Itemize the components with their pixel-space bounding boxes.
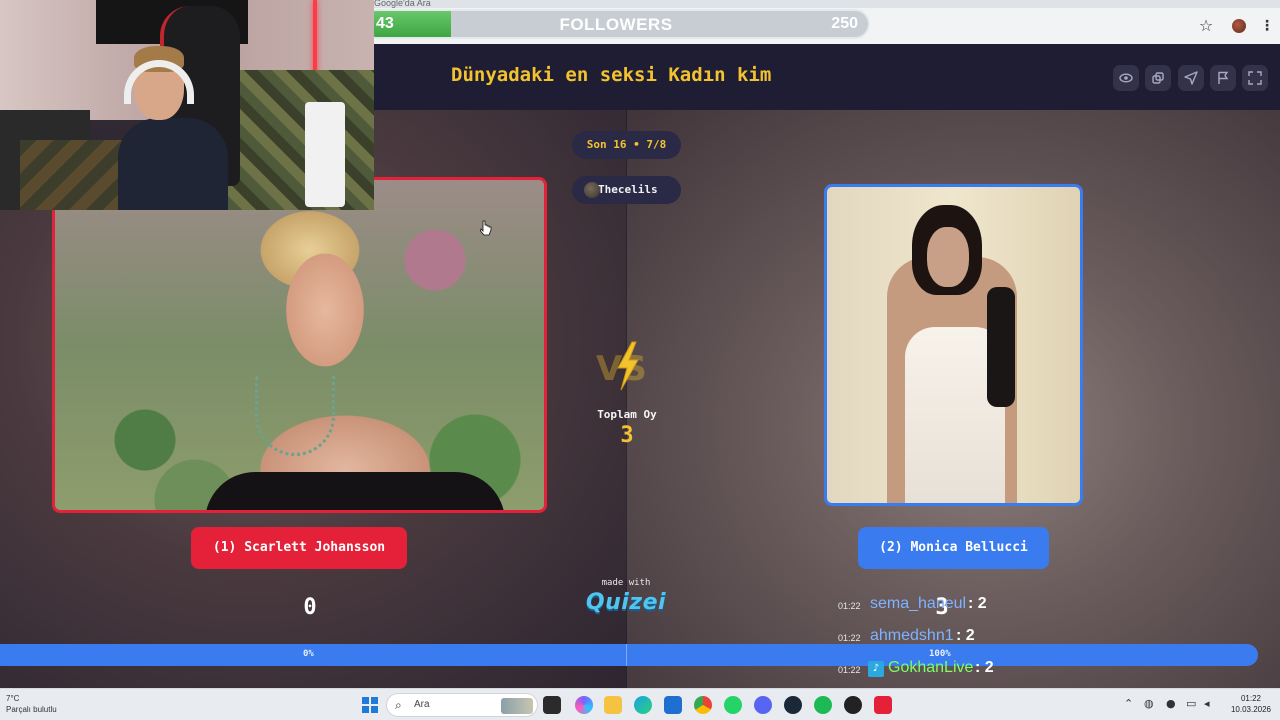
chat-time: 01:22	[838, 601, 861, 611]
vs-text: VS	[596, 349, 647, 389]
steam-icon[interactable]	[784, 696, 802, 714]
left-choice-image[interactable]	[52, 177, 547, 513]
windows-start-icon[interactable]	[362, 697, 378, 713]
left-percentage: 0%	[303, 649, 314, 659]
chat-message: 01:22 ahmedshn1 : 2	[838, 625, 1098, 657]
chat-text: : 2	[975, 659, 994, 676]
right-choice-button[interactable]: (2) Monica Bellucci	[858, 527, 1049, 569]
profile-avatar[interactable]	[1232, 19, 1246, 33]
volume-icon[interactable]: ◂	[1204, 697, 1210, 710]
spotify-icon[interactable]	[814, 696, 832, 714]
vs-lightning-icon: VS	[596, 341, 647, 391]
total-votes-value: 3	[620, 423, 634, 448]
share-icon[interactable]	[1145, 65, 1171, 91]
chat-message: 01:22 sema_haneul : 2	[838, 593, 1098, 625]
windows-taskbar: 7°C Parçalı bulutlu ⌕ Ara ⌃ ◍ ● ▭ ◂ 01:2…	[0, 688, 1280, 720]
kebab-menu-icon[interactable]: ⋮	[1260, 16, 1274, 36]
eye-icon[interactable]	[1113, 65, 1139, 91]
file-explorer-icon[interactable]	[604, 696, 622, 714]
creator-avatar	[584, 182, 600, 198]
mic-icon[interactable]: ●	[1166, 697, 1176, 710]
left-vote-count: 0	[303, 595, 317, 620]
necklace-detail	[255, 376, 335, 456]
quizei-logo[interactable]: Quizei	[580, 590, 672, 615]
search-highlight-thumb	[501, 698, 533, 714]
round-badge: Son 16 • 7/8	[572, 131, 681, 159]
star-icon[interactable]: ☆	[1196, 16, 1216, 36]
dress-detail	[205, 472, 505, 510]
chat-time: 01:22	[838, 633, 861, 643]
quiz-title: Dünyadaki en seksi Kadın kim	[451, 64, 772, 86]
search-placeholder: Ara	[414, 699, 430, 710]
whatsapp-icon[interactable]	[724, 696, 742, 714]
prime-badge-icon: ♪	[868, 661, 884, 677]
weather-desc: Parçalı bulutlu	[6, 705, 57, 714]
network-icon[interactable]: ◍	[1144, 697, 1154, 710]
clock-date: 10.03.2026	[1230, 705, 1272, 714]
chat-username: GokhanLive	[888, 659, 974, 676]
obs-icon[interactable]	[844, 696, 862, 714]
made-with-label: made with	[601, 578, 651, 588]
webcam-couch	[20, 140, 130, 210]
followers-goal-bar: 43 FOLLOWERS 250	[362, 9, 870, 39]
right-choice-image[interactable]	[824, 184, 1083, 506]
chat-username: ahmedshn1	[870, 627, 954, 644]
app-icon[interactable]	[874, 696, 892, 714]
chat-time: 01:22	[838, 665, 861, 675]
webcam-camo-blanket	[228, 70, 374, 210]
discord-icon[interactable]	[754, 696, 772, 714]
store-icon[interactable]	[664, 696, 682, 714]
quiz-header: Dünyadaki en seksi Kadın kim	[374, 44, 1280, 110]
send-icon[interactable]	[1178, 65, 1204, 91]
chat-text: : 2	[968, 595, 987, 612]
chat-text: : 2	[956, 627, 975, 644]
fullscreen-icon[interactable]	[1242, 65, 1268, 91]
total-votes-label: Toplam Oy	[597, 408, 657, 421]
figure-bag	[987, 287, 1015, 407]
webcam-overlay	[0, 0, 374, 210]
system-clock[interactable]: 01:22 10.03.2026	[1226, 693, 1276, 715]
left-choice-button[interactable]: (1) Scarlett Johansson	[191, 527, 407, 569]
followers-goal: 250	[831, 15, 858, 32]
webcam-streamer-body	[118, 118, 228, 210]
weather-widget[interactable]: 7°C Parçalı bulutlu	[6, 693, 57, 715]
tab-strip[interactable]	[374, 0, 1280, 8]
chevron-up-icon[interactable]: ⌃	[1124, 697, 1133, 710]
screen: Google'da Ara ☆ ⋮ Dünyadaki en seksi Kad…	[0, 0, 1280, 720]
chat-username: sema_haneul	[870, 595, 967, 612]
tab-title[interactable]: Google'da Ara	[374, 0, 431, 8]
display-icon[interactable]: ▭	[1186, 697, 1196, 710]
task-view-icon[interactable]	[543, 696, 561, 714]
chrome-icon[interactable]	[694, 696, 712, 714]
mouse-cursor-icon	[480, 220, 492, 236]
flag-icon[interactable]	[1210, 65, 1236, 91]
chat-overlay: 01:22 sema_haneul : 2 01:22 ahmedshn1 : …	[838, 593, 1098, 689]
figure-face	[927, 227, 969, 287]
percentage-divider	[626, 644, 627, 666]
followers-label: FOLLOWERS	[559, 15, 673, 34]
taskbar-search[interactable]: ⌕ Ara	[386, 693, 538, 717]
weather-temp: 7°C	[6, 694, 20, 703]
copilot-icon[interactable]	[575, 696, 593, 714]
search-icon: ⌕	[395, 698, 402, 712]
webcam-console	[305, 102, 345, 207]
edge-icon[interactable]	[634, 696, 652, 714]
chat-message: 01:22 ♪ GokhanLive : 2	[838, 657, 1098, 689]
clock-time: 01:22	[1240, 694, 1262, 703]
